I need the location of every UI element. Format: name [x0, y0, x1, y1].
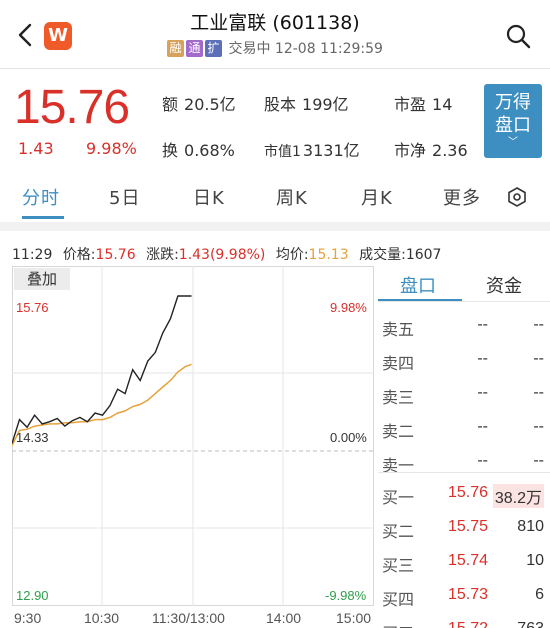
- orderbook-sell-row[interactable]: 卖一 -- --: [378, 452, 550, 482]
- tab-daily-k[interactable]: 日K: [193, 184, 225, 210]
- orderbook-mid-divider: [378, 472, 550, 473]
- active-tab-indicator: [22, 216, 64, 219]
- sell-price: --: [477, 384, 488, 401]
- tab-capital[interactable]: 资金: [486, 272, 522, 298]
- header-divider: [0, 68, 550, 69]
- pct-mid-label: 0.00%: [330, 430, 367, 445]
- orderbook-sell-row[interactable]: 卖五 -- --: [378, 316, 550, 346]
- tab-more[interactable]: 更多: [443, 184, 481, 210]
- crosshair-info-line: 11:29 价格:15.76 涨跌:1.43(9.98%) 均价:15.13 成…: [12, 244, 447, 264]
- intraday-chart[interactable]: [12, 266, 374, 606]
- sell-volume: --: [533, 316, 544, 333]
- buy-volume: 6: [535, 586, 544, 603]
- buy-price: 15.72: [448, 620, 488, 628]
- sell-level-label: 卖五: [382, 320, 415, 339]
- buy-volume: 810: [517, 518, 544, 535]
- sell-volume: --: [533, 350, 544, 367]
- pct-high-label: 9.98%: [330, 300, 367, 315]
- orderbook-buy-row[interactable]: 买四 15.73 6: [378, 586, 550, 616]
- sell-price: --: [477, 418, 488, 435]
- sell-level-label: 卖三: [382, 388, 415, 407]
- buy-level-label: 买一: [382, 488, 415, 507]
- status-line: 融通扩 交易中 12-08 11:29:59: [0, 38, 550, 58]
- stat-turnover-rate: 换 0.68%: [162, 141, 235, 160]
- info-time: 11:29: [12, 247, 53, 263]
- last-price: 15.76: [14, 81, 130, 134]
- info-volume: 成交量:1607: [359, 247, 442, 263]
- tab-weekly-k[interactable]: 周K: [276, 184, 308, 210]
- y-low-label: 12.90: [16, 588, 49, 603]
- stat-pe: 市盈 14: [394, 95, 453, 114]
- settings-hexagon-icon[interactable]: [506, 186, 528, 208]
- sell-volume: --: [533, 384, 544, 401]
- search-icon[interactable]: [504, 22, 532, 50]
- orderbook-tabs: 盘口 资金: [378, 268, 550, 302]
- wande-button-line1: 万得: [495, 92, 531, 113]
- price-change-pct: 9.98%: [86, 139, 137, 158]
- chevron-down-icon: ﹀: [508, 137, 518, 148]
- wande-orderbook-button[interactable]: 万得 盘口 ﹀: [484, 84, 542, 158]
- sell-volume: --: [533, 452, 544, 469]
- buy-level-label: 买二: [382, 522, 415, 541]
- buy-volume: 763: [517, 620, 544, 628]
- tab-monthly-k[interactable]: 月K: [361, 184, 393, 210]
- orderbook-divider: [378, 301, 550, 302]
- section-separator: [0, 222, 550, 231]
- header: W 工业富联 (601138) 融通扩 交易中 12-08 11:29:59: [0, 0, 550, 68]
- buy-level-label: 买三: [382, 556, 415, 575]
- orderbook-buy-row[interactable]: 买一 15.76 38.2万: [378, 484, 550, 514]
- stat-shares: 股本 199亿: [264, 95, 349, 114]
- trading-status: 交易中 12-08 11:29:59: [228, 41, 383, 57]
- orderbook-buy-row[interactable]: 买五 15.72 763: [378, 620, 550, 628]
- margin-tag: 融: [167, 40, 185, 57]
- orderbook-sell-row[interactable]: 卖四 -- --: [378, 350, 550, 380]
- orderbook-sell-row[interactable]: 卖三 -- --: [378, 384, 550, 414]
- tab-5day[interactable]: 5日: [109, 184, 140, 210]
- y-high-label: 15.76: [16, 300, 49, 315]
- orderbook-sell-row[interactable]: 卖二 -- --: [378, 418, 550, 448]
- info-change: 涨跌:1.43(9.98%): [146, 247, 266, 263]
- x-label-1030: 10:30: [84, 610, 120, 626]
- sell-level-label: 卖二: [382, 422, 415, 441]
- pct-low-label: -9.98%: [325, 588, 367, 603]
- x-label-1400: 14:00: [266, 610, 302, 626]
- x-label-0930: 9:30: [14, 610, 42, 626]
- sell-price: --: [477, 350, 488, 367]
- stat-pb: 市净 2.36: [394, 141, 468, 160]
- sell-price: --: [477, 316, 488, 333]
- orderbook-buy-row[interactable]: 买二 15.75 810: [378, 518, 550, 548]
- y-mid-label: 14.33: [16, 430, 49, 445]
- price-change: 1.43: [18, 139, 54, 158]
- buy-price: 15.76: [447, 484, 488, 501]
- stat-market-cap: 市值1 3131亿: [264, 141, 360, 160]
- sell-volume: --: [533, 418, 544, 435]
- x-label-1500: 15:00: [336, 610, 372, 626]
- connect-tag: 通: [186, 40, 204, 57]
- tab-intraday[interactable]: 分时: [22, 184, 60, 210]
- buy-level-label: 买四: [382, 590, 415, 609]
- sell-level-label: 卖四: [382, 354, 415, 373]
- expand-tag: 扩: [205, 40, 223, 57]
- stock-title: 工业富联 (601138): [190, 12, 360, 34]
- buy-price: 15.73: [447, 586, 488, 603]
- buy-level-label: 买五: [382, 620, 414, 628]
- overlay-button[interactable]: 叠加: [14, 268, 70, 290]
- chart-period-tabs: 分时 5日 日K 周K 月K 更多: [0, 184, 550, 220]
- buy-volume: 38.2万: [492, 484, 544, 508]
- buy-price: 15.74: [447, 552, 488, 569]
- x-label-1130-1300: 11:30/13:00: [152, 610, 225, 626]
- orderbook-buy-row[interactable]: 买三 15.74 10: [378, 552, 550, 582]
- info-avg: 均价:15.13: [275, 247, 349, 263]
- tab-orderbook[interactable]: 盘口: [400, 272, 436, 298]
- wande-button-line2: 盘口: [495, 115, 531, 136]
- buy-price: 15.75: [447, 518, 488, 535]
- sell-price: --: [477, 452, 488, 469]
- stat-turnover-amount: 额 20.5亿: [162, 95, 236, 114]
- info-price: 价格:15.76: [62, 247, 136, 263]
- buy-volume: 10: [526, 552, 544, 569]
